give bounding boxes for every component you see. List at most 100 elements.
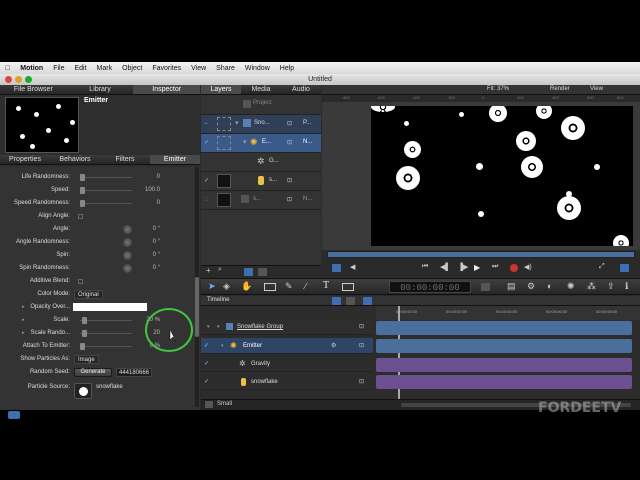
- align-angle-checkbox[interactable]: [78, 214, 83, 219]
- timeline-track-snowflake-group[interactable]: ▾ ▾ Snowflake Group ⊡: [201, 319, 373, 335]
- param-value[interactable]: 0 °: [136, 236, 160, 249]
- layer-row-gravity[interactable]: ✲ G...: [201, 153, 321, 172]
- enable-checkbox[interactable]: ✓: [204, 379, 210, 385]
- enable-checkbox[interactable]: □: [204, 197, 210, 203]
- audio-icon[interactable]: ◀): [524, 263, 532, 271]
- timeline-options-icon[interactable]: [346, 297, 355, 305]
- disclosure-triangle-icon[interactable]: ▸: [22, 314, 25, 327]
- menu-view[interactable]: View: [186, 65, 211, 72]
- tab-media[interactable]: Media: [241, 85, 281, 94]
- close-window-icon[interactable]: [5, 76, 12, 83]
- tab-library[interactable]: Library: [67, 85, 134, 94]
- menu-mark[interactable]: Mark: [92, 65, 118, 72]
- enable-checkbox[interactable]: ✓: [204, 140, 210, 146]
- hud-icon[interactable]: ℹ: [625, 281, 628, 292]
- additive-blend-checkbox[interactable]: [78, 279, 83, 284]
- spin-dial[interactable]: [123, 251, 132, 260]
- gear-icon[interactable]: [258, 268, 267, 276]
- canvas-frame[interactable]: [371, 106, 633, 246]
- select-tool-icon[interactable]: ➤: [208, 281, 216, 292]
- timecode-display[interactable]: 00:00:00:00: [389, 281, 471, 293]
- angle-randomness-dial[interactable]: [123, 238, 132, 247]
- share-icon[interactable]: ⇪: [607, 281, 615, 292]
- fullscreen-icon[interactable]: ⤢: [599, 263, 605, 271]
- search-icon[interactable]: ⌕: [218, 266, 222, 274]
- timeline-audio-icon[interactable]: [363, 297, 372, 305]
- menu-object[interactable]: Object: [117, 65, 147, 72]
- dock-app-icon[interactable]: [8, 411, 20, 419]
- canvas-area[interactable]: [322, 102, 640, 250]
- mini-timeline[interactable]: [327, 251, 635, 258]
- param-value[interactable]: 0: [136, 171, 160, 184]
- clip-snowflake[interactable]: [376, 375, 632, 389]
- play-range-icon[interactable]: [332, 264, 341, 272]
- enable-checkbox[interactable]: −: [204, 121, 210, 127]
- timeline-footer-icon[interactable]: [205, 401, 213, 408]
- tab-behaviors[interactable]: Behaviors: [50, 155, 100, 164]
- add-filter-icon[interactable]: ◐: [547, 281, 552, 291]
- clip-gravity[interactable]: [376, 358, 632, 372]
- layer-row-emitter[interactable]: ✓ ▾ ✺ E... N... ⊡: [201, 134, 321, 153]
- spin-randomness-dial[interactable]: [123, 264, 132, 273]
- mask-tool-icon[interactable]: [342, 283, 354, 291]
- pan-tool-icon[interactable]: ✋: [241, 281, 252, 292]
- lock-icon[interactable]: ⊡: [359, 374, 364, 390]
- clip-snowflake-group[interactable]: [376, 321, 632, 335]
- param-value[interactable]: 100.0: [136, 184, 160, 197]
- tab-inspector[interactable]: Inspector: [133, 85, 201, 94]
- disclosure-triangle-icon[interactable]: ▸: [22, 327, 25, 340]
- layer-row-project[interactable]: Project: [201, 96, 321, 115]
- replicate-icon[interactable]: ⁂: [587, 281, 596, 292]
- loop-icon[interactable]: [620, 264, 629, 272]
- param-value[interactable]: 0 °: [136, 262, 160, 275]
- go-to-end-icon[interactable]: ⏭: [492, 263, 498, 271]
- fit-zoom-menu[interactable]: Fit: 37%: [487, 86, 509, 92]
- clip-emitter[interactable]: [376, 339, 632, 353]
- render-menu[interactable]: Render: [550, 86, 570, 92]
- zoom-window-icon[interactable]: [25, 76, 32, 83]
- menu-help[interactable]: Help: [275, 65, 299, 72]
- menu-favorites[interactable]: Favorites: [147, 65, 186, 72]
- lock-icon[interactable]: ⊡: [359, 319, 364, 335]
- param-slider[interactable]: [80, 200, 132, 207]
- menu-share[interactable]: Share: [211, 65, 240, 72]
- timeline-track-snowflake[interactable]: ✓ snowflake ⊡: [201, 374, 373, 390]
- track-size-select[interactable]: Small: [217, 401, 232, 407]
- param-slider[interactable]: [80, 187, 132, 194]
- particle-source-well[interactable]: [74, 383, 92, 399]
- param-value[interactable]: 0: [136, 197, 160, 210]
- go-to-start-icon[interactable]: ⏮: [422, 263, 428, 271]
- tab-filters[interactable]: Filters: [100, 155, 150, 164]
- disclosure-triangle-icon[interactable]: ▾: [217, 319, 220, 335]
- timeline-track-emitter[interactable]: ✓ ▾ ✺ Emitter ⚙ ⊡: [201, 338, 373, 354]
- tab-layers[interactable]: Layers: [201, 85, 241, 94]
- param-slider[interactable]: [80, 330, 132, 337]
- lock-icon[interactable]: ⊡: [287, 120, 292, 127]
- project-settings-icon[interactable]: [481, 283, 490, 291]
- enable-checkbox[interactable]: ✓: [204, 343, 210, 349]
- lock-icon[interactable]: ⊡: [287, 177, 292, 184]
- angle-dial[interactable]: [123, 225, 132, 234]
- make-particles-icon[interactable]: ✺: [567, 281, 575, 292]
- lock-icon[interactable]: ⊡: [287, 196, 292, 203]
- show-particles-select[interactable]: Image: [74, 355, 99, 364]
- tab-file-browser[interactable]: File Browser: [0, 85, 67, 94]
- library-icon[interactable]: ▤: [507, 281, 516, 292]
- generate-button[interactable]: Generate: [74, 368, 112, 377]
- lock-icon[interactable]: ⊡: [287, 139, 292, 146]
- disclosure-triangle-icon[interactable]: ▾: [235, 119, 239, 127]
- layer-row-snowflake-cell[interactable]: ✓ s... ⊡: [201, 172, 321, 191]
- param-slider[interactable]: [80, 174, 132, 181]
- tab-audio[interactable]: Audio: [281, 85, 321, 94]
- lock-icon[interactable]: ⊡: [359, 338, 364, 354]
- minimize-window-icon[interactable]: [15, 76, 22, 83]
- param-value[interactable]: 0 °: [136, 223, 160, 236]
- adjust-tool-icon[interactable]: ◈: [223, 281, 230, 292]
- disclosure-triangle-icon[interactable]: ▾: [243, 138, 247, 146]
- apple-icon[interactable]: : [0, 65, 15, 72]
- layer-row-snowflake-source[interactable]: □ s... N... ⊡: [201, 191, 321, 210]
- text-tool-icon[interactable]: T: [323, 280, 329, 291]
- rectangle-tool-icon[interactable]: [264, 283, 276, 291]
- paint-stroke-tool-icon[interactable]: ∕: [305, 281, 307, 291]
- inspector-scrollbar[interactable]: [195, 167, 199, 407]
